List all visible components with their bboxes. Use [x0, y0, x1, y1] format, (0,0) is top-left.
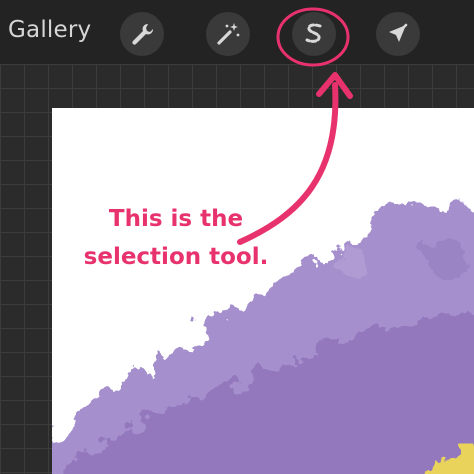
annotation-line-1: This is the [108, 206, 244, 232]
highlight-circle [276, 7, 350, 67]
annotation-text: This is the selection tool. [66, 200, 286, 276]
annotation-line-2: selection tool. [83, 244, 269, 270]
